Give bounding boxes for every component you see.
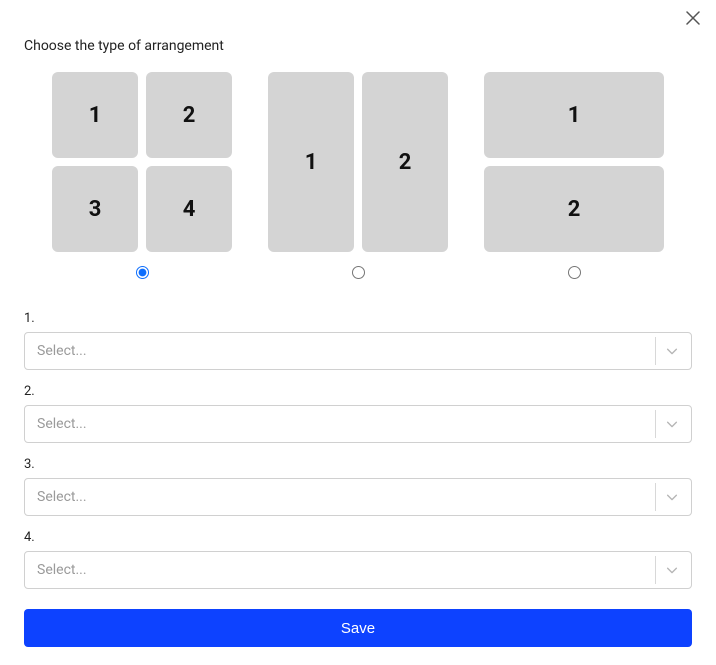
chevron-down-icon <box>655 556 687 584</box>
arrangement-preview-grid: 1 2 3 4 <box>52 72 232 252</box>
arrangement-radio-columns[interactable] <box>352 266 365 279</box>
chevron-down-icon <box>655 483 687 511</box>
arrangement-option-columns: 1 2 <box>268 72 448 279</box>
field-1: 1. Select... <box>24 311 692 370</box>
preview-cell: 2 <box>146 72 232 158</box>
select-1[interactable]: Select... <box>24 332 692 370</box>
chevron-down-icon <box>655 337 687 365</box>
field-2: 2. Select... <box>24 384 692 443</box>
arrangement-radio-grid[interactable] <box>136 266 149 279</box>
arrangement-option-rows: 1 2 <box>484 72 664 279</box>
arrangement-option-grid: 1 2 3 4 <box>52 72 232 279</box>
preview-cell: 2 <box>362 72 448 252</box>
field-label: 4. <box>24 530 692 545</box>
chevron-down-icon <box>655 410 687 438</box>
preview-cell: 1 <box>484 72 664 158</box>
select-placeholder: Select... <box>37 343 87 359</box>
dialog-title: Choose the type of arrangement <box>24 38 692 54</box>
select-4[interactable]: Select... <box>24 551 692 589</box>
preview-cell: 3 <box>52 166 138 252</box>
preview-cell: 4 <box>146 166 232 252</box>
select-3[interactable]: Select... <box>24 478 692 516</box>
close-button[interactable] <box>686 10 700 28</box>
field-label: 2. <box>24 384 692 399</box>
select-placeholder: Select... <box>37 416 87 432</box>
arrangement-preview-rows: 1 2 <box>484 72 664 252</box>
preview-cell: 2 <box>484 166 664 252</box>
select-2[interactable]: Select... <box>24 405 692 443</box>
field-3: 3. Select... <box>24 457 692 516</box>
preview-cell: 1 <box>52 72 138 158</box>
field-4: 4. Select... <box>24 530 692 589</box>
arrangement-radio-rows[interactable] <box>568 266 581 279</box>
arrangement-options: 1 2 3 4 1 2 1 2 <box>24 72 692 279</box>
field-label: 3. <box>24 457 692 472</box>
select-placeholder: Select... <box>37 562 87 578</box>
save-button[interactable]: Save <box>24 609 692 647</box>
select-placeholder: Select... <box>37 489 87 505</box>
preview-cell: 1 <box>268 72 354 252</box>
field-label: 1. <box>24 311 692 326</box>
close-icon <box>686 9 700 29</box>
arrangement-preview-columns: 1 2 <box>268 72 448 252</box>
field-selectors: 1. Select... 2. Select... 3. Select... 4… <box>24 311 692 589</box>
